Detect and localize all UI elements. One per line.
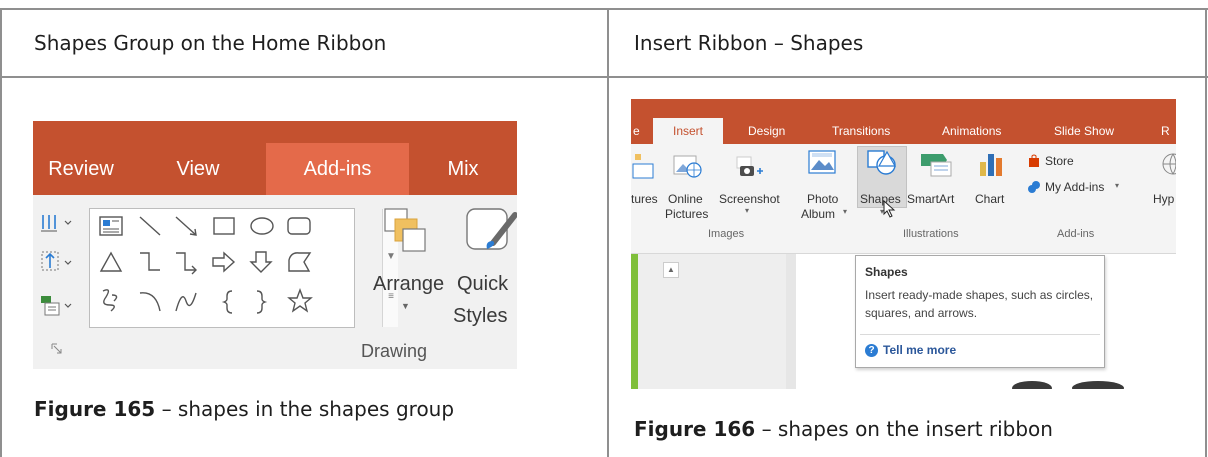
right-brace-shape-icon xyxy=(256,290,268,314)
tab-transitions[interactable]: Transitions xyxy=(832,118,890,144)
chart-icon[interactable] xyxy=(977,150,1007,178)
rectangle-shape-icon xyxy=(213,217,235,235)
ribbon-tab-bar: Review View Add-ins Mix xyxy=(33,143,517,195)
star-shape-icon xyxy=(287,288,313,313)
mouse-pointer-icon xyxy=(883,200,896,218)
table-border-header xyxy=(0,76,1208,78)
store-icon[interactable] xyxy=(1027,154,1041,168)
online-pictures-label-line1[interactable]: Online xyxy=(668,192,703,206)
scribble-shape-icon xyxy=(102,289,118,312)
tab-view[interactable]: View xyxy=(153,143,243,195)
figure-166-caption: Figure 166 – shapes on the insert ribbon xyxy=(634,417,1053,441)
right-arrow-shape-icon xyxy=(212,251,236,273)
photo-album-label-line2[interactable]: Album xyxy=(801,207,835,221)
down-arrow-shape-icon xyxy=(249,251,273,273)
photo-album-label-line1[interactable]: Photo xyxy=(807,192,838,206)
smartart-button-label[interactable]: SmartArt xyxy=(907,192,954,206)
left-brace-shape-icon xyxy=(221,290,233,314)
table-border-right xyxy=(1205,8,1207,457)
pictures-button-label[interactable]: tures xyxy=(631,192,658,206)
pictures-icon[interactable] xyxy=(631,150,655,180)
text-box-shape-icon xyxy=(99,216,123,236)
insert-ribbon-screenshot: e Insert Design Transitions Animations S… xyxy=(631,99,1176,389)
tell-me-more-link[interactable]: ? Tell me more xyxy=(865,343,956,357)
photo-album-dropdown-icon[interactable]: ▾ xyxy=(843,207,847,216)
hyperlink-button-label[interactable]: Hyp xyxy=(1153,192,1174,206)
rounded-rectangle-shape-icon xyxy=(287,217,311,235)
line-shape-icon xyxy=(139,216,161,236)
thumbnail-scroll-button[interactable]: ▲ xyxy=(663,262,679,278)
tab-review[interactable]: Review xyxy=(33,143,129,195)
right-column-header: Insert Ribbon – Shapes xyxy=(634,31,864,55)
arrange-icon[interactable] xyxy=(381,205,429,255)
figure-165-number: Figure 165 xyxy=(34,397,156,421)
quick-styles-label-line2[interactable]: Styles xyxy=(453,305,507,328)
help-question-icon: ? xyxy=(865,343,878,357)
my-add-ins-icon[interactable] xyxy=(1027,180,1041,194)
align-text-icon[interactable] xyxy=(39,249,75,275)
curve-shape-icon xyxy=(175,292,197,312)
images-group-label: Images xyxy=(708,228,745,240)
tab-slide-show[interactable]: Slide Show xyxy=(1054,118,1114,144)
thumbnail-pane: ▲ xyxy=(638,254,786,389)
elbow-connector-shape-icon xyxy=(140,252,160,271)
shapes-gallery[interactable]: ▲ ▼ ≡ xyxy=(89,208,398,328)
ribbon-tab-bar: e Insert Design Transitions Animations S… xyxy=(631,118,1176,144)
shapes-icon[interactable] xyxy=(865,148,899,178)
my-add-ins-button-label[interactable]: My Add-ins xyxy=(1045,180,1104,194)
tab-mix[interactable]: Mix xyxy=(425,143,501,195)
arrange-button-label[interactable]: Arrange xyxy=(373,273,444,296)
arc-shape-icon xyxy=(139,292,161,312)
figure-166-number: Figure 166 xyxy=(634,417,756,441)
screenshot-button-label[interactable]: Screenshot xyxy=(719,192,780,206)
shapes-tooltip: Shapes Insert ready-made shapes, such as… xyxy=(855,255,1105,368)
drawing-group-label: Drawing xyxy=(361,341,428,361)
add-ins-group-label: Add-ins xyxy=(1057,228,1095,240)
online-pictures-icon[interactable] xyxy=(671,150,703,180)
tab-partial-left[interactable]: e xyxy=(631,118,641,144)
tooltip-description: Insert ready-made shapes, such as circle… xyxy=(865,288,1094,320)
illustrations-group-label: Illustrations xyxy=(903,228,959,240)
smartart-icon[interactable] xyxy=(919,150,955,178)
tab-design[interactable]: Design xyxy=(748,118,785,144)
freeform-shape-icon xyxy=(288,252,312,272)
tab-animations[interactable]: Animations xyxy=(942,118,1001,144)
screenshot-dropdown-icon[interactable]: ▾ xyxy=(745,206,749,215)
quick-styles-label-line1[interactable]: Quick xyxy=(457,273,508,296)
tab-add-ins[interactable]: Add-ins xyxy=(266,143,409,195)
online-pictures-label-line2[interactable]: Pictures xyxy=(665,207,708,221)
tell-me-more-label[interactable]: Tell me more xyxy=(883,343,956,357)
title-bar-strip xyxy=(33,121,517,143)
store-button-label[interactable]: Store xyxy=(1045,154,1074,168)
arrange-dropdown-icon[interactable]: ▼ xyxy=(401,301,410,311)
triangle-shape-icon xyxy=(99,251,123,272)
elbow-arrow-connector-shape-icon xyxy=(176,252,197,275)
insert-ribbon: tures Online Pictures Screenshot ▾ Photo… xyxy=(631,144,1176,254)
tab-insert[interactable]: Insert xyxy=(653,118,723,144)
oval-shape-icon xyxy=(250,217,274,235)
smartart-convert-icon[interactable] xyxy=(39,291,75,319)
figure-165-text: – shapes in the shapes group xyxy=(155,397,455,421)
tooltip-title: Shapes xyxy=(865,265,908,279)
screenshot-icon[interactable] xyxy=(735,154,765,180)
dialog-launcher-icon[interactable] xyxy=(51,343,63,355)
shapes-gallery-grid xyxy=(99,216,313,314)
hyperlink-globe-icon[interactable] xyxy=(1159,150,1176,178)
tab-review-partial[interactable]: R xyxy=(1161,118,1170,144)
my-add-ins-dropdown-icon[interactable]: ▾ xyxy=(1115,181,1119,190)
tooltip-separator xyxy=(860,334,1100,335)
arrow-line-shape-icon xyxy=(175,216,197,236)
photo-album-icon[interactable] xyxy=(806,148,838,178)
figure-166-text: – shapes on the insert ribbon xyxy=(755,417,1053,441)
quick-styles-icon[interactable] xyxy=(463,205,517,257)
left-column-header: Shapes Group on the Home Ribbon xyxy=(34,31,387,55)
slide-title-fragment-icon xyxy=(1012,381,1124,389)
slide-thumbnail-edge xyxy=(631,254,638,389)
text-direction-icon[interactable] xyxy=(39,211,75,235)
figure-165-caption: Figure 165 – shapes in the shapes group xyxy=(34,397,454,421)
title-bar-strip xyxy=(631,99,1176,118)
chart-button-label[interactable]: Chart xyxy=(975,192,1004,206)
home-ribbon-drawing-screenshot: Review View Add-ins Mix ▼ ≡ Arrange ▼ Qu… xyxy=(33,121,517,369)
